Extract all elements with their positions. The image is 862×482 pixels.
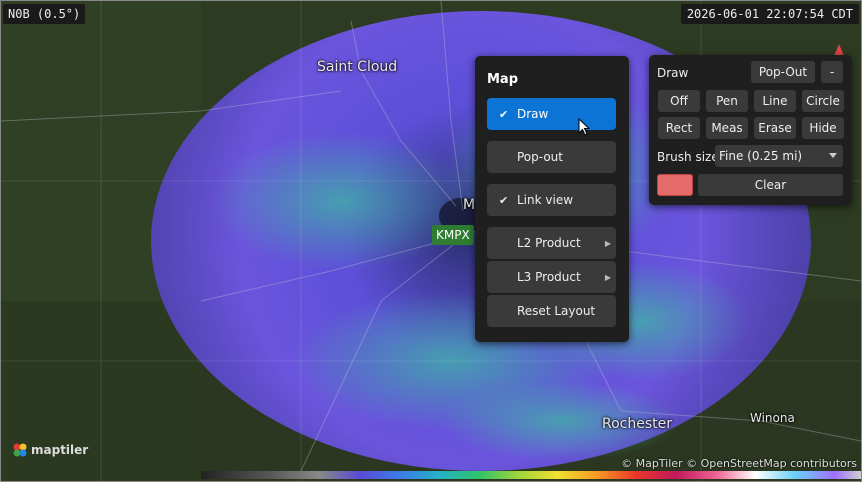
tool-pen-button[interactable]: Pen [706, 90, 748, 112]
clear-button[interactable]: Clear [698, 174, 843, 196]
brush-size-label: Brush size [657, 150, 719, 164]
tool-rect-button[interactable]: Rect [658, 117, 700, 139]
radar-map-viewport[interactable]: Saint Cloud M Rochester Winona N0B (0.5°… [0, 0, 862, 482]
maptiler-logo: maptiler [13, 443, 88, 457]
timestamp-label: 2026-06-01 22:07:54 CDT [680, 4, 859, 24]
reflectivity-colorbar [201, 471, 861, 479]
menu-item-reset-layout[interactable]: Reset Layout [487, 295, 616, 327]
city-label-rochester: Rochester [602, 416, 672, 432]
maptiler-logo-text: maptiler [31, 443, 89, 457]
station-marker-kmpx[interactable]: KMPX [432, 225, 474, 245]
menu-item-label: Link view [517, 193, 574, 207]
menu-item-label: L3 Product [517, 270, 581, 284]
brush-size-value: Fine (0.25 mi) [719, 149, 803, 163]
pop-out-button[interactable]: Pop-Out [751, 61, 815, 83]
menu-item-label: Pop-out [517, 150, 563, 164]
brush-size-select[interactable]: Fine (0.25 mi) [715, 145, 843, 167]
submenu-arrow-icon: ▶ [604, 238, 611, 248]
collapse-button[interactable]: - [821, 61, 843, 83]
city-label-minneapolis: M [463, 197, 476, 213]
city-label-winona: Winona [750, 411, 795, 425]
menu-item-label: Draw [517, 107, 549, 121]
mouse-cursor-icon [578, 117, 591, 140]
submenu-arrow-icon: ▶ [604, 272, 611, 282]
tool-hide-button[interactable]: Hide [802, 117, 844, 139]
menu-item-link-view[interactable]: ✔ Link view [487, 184, 616, 216]
tool-measure-button[interactable]: Meas [706, 117, 748, 139]
tool-off-button[interactable]: Off [658, 90, 700, 112]
map-menu: Map ✔ Draw Pop-out ✔ Link view L2 Produc… [475, 56, 629, 342]
tool-line-button[interactable]: Line [754, 90, 796, 112]
menu-item-pop-out[interactable]: Pop-out [487, 141, 616, 173]
menu-item-draw[interactable]: ✔ Draw [487, 98, 616, 130]
city-label-saint-cloud: Saint Cloud [317, 59, 398, 75]
map-menu-title: Map [487, 72, 519, 87]
menu-item-label: L2 Product [517, 236, 581, 250]
menu-item-l3-product[interactable]: L3 Product ▶ [487, 261, 616, 293]
tool-erase-button[interactable]: Erase [754, 117, 796, 139]
check-icon: ✔ [499, 107, 509, 121]
draw-panel-title: Draw [657, 66, 689, 80]
product-label: N0B (0.5°) [3, 4, 86, 24]
tool-circle-button[interactable]: Circle [802, 90, 844, 112]
menu-item-l2-product[interactable]: L2 Product ▶ [487, 227, 616, 259]
check-icon: ✔ [499, 193, 509, 207]
brush-color-swatch[interactable] [657, 174, 693, 196]
chevron-down-icon [829, 153, 837, 158]
map-attribution[interactable]: © MapTiler © OpenStreetMap contributors [621, 457, 857, 470]
menu-item-label: Reset Layout [517, 304, 596, 318]
maptiler-logo-icon [13, 443, 27, 457]
draw-panel: Draw Pop-Out - Off Pen Line Circle Rect … [649, 55, 852, 205]
